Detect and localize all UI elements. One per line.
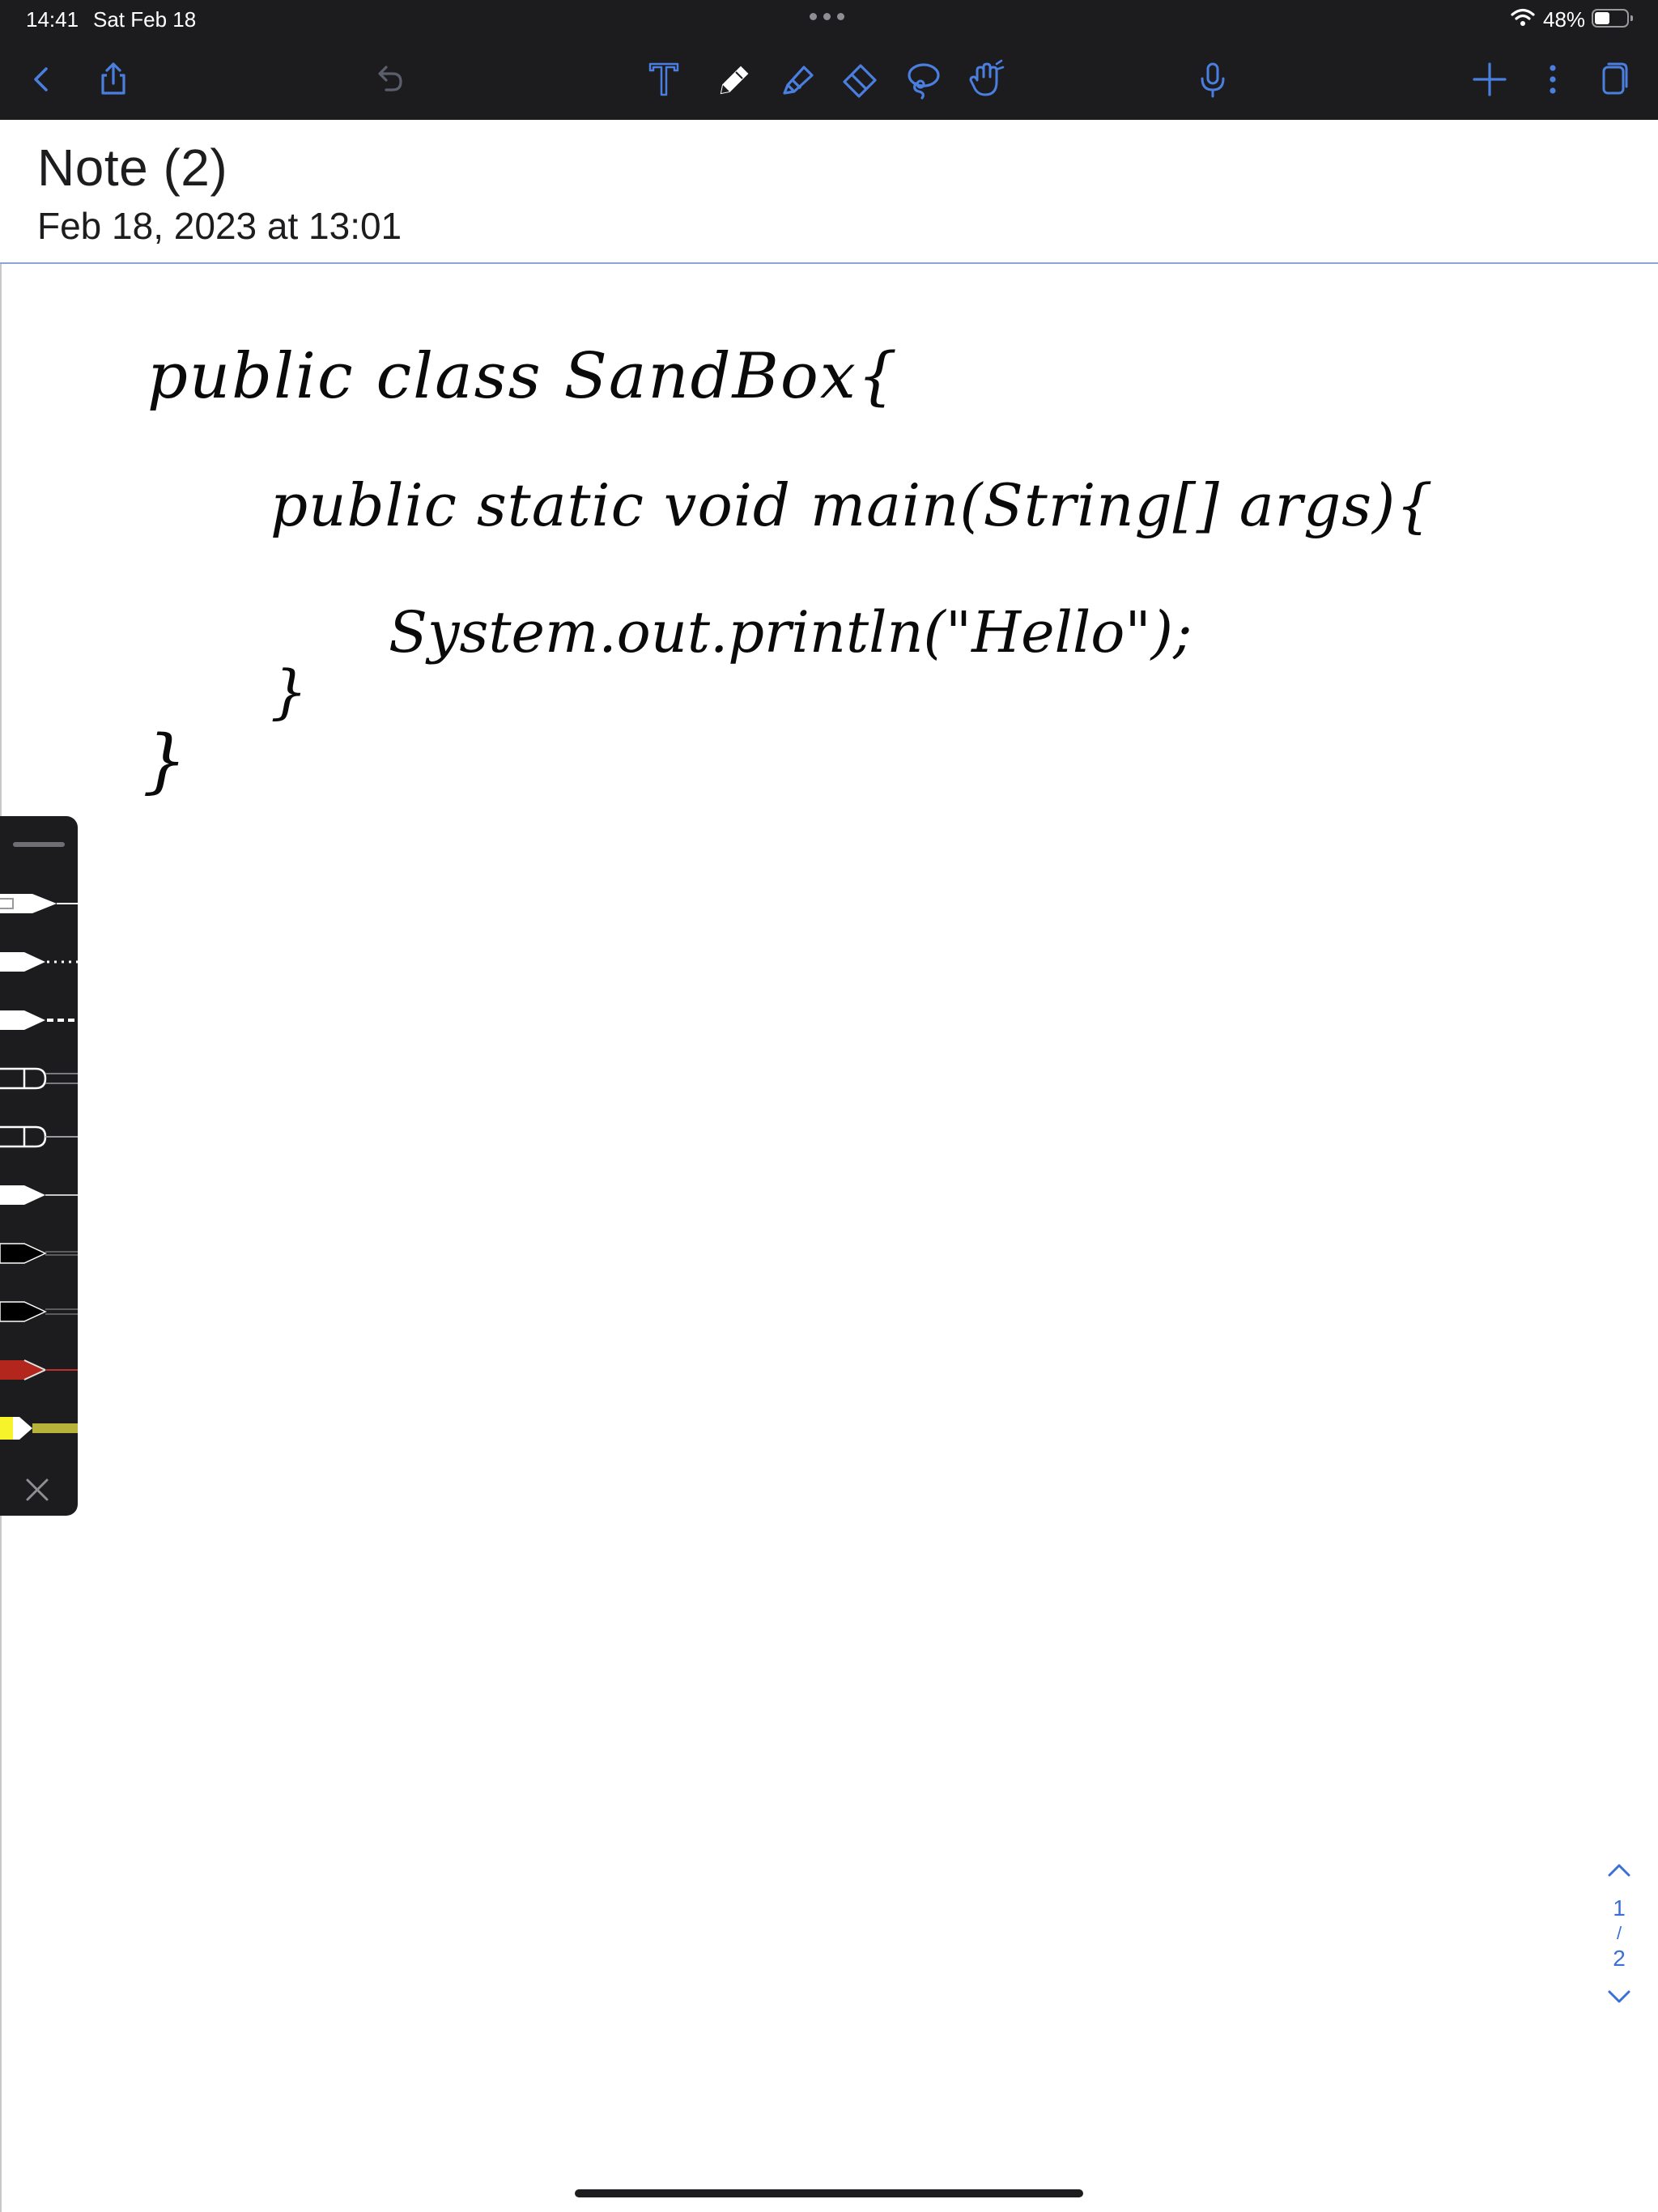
share-button[interactable] [89,55,138,104]
page-separator: / [1616,1923,1622,1943]
plus-icon [1473,62,1507,96]
highlighter-tool-button[interactable] [774,55,823,104]
dotted-pen-icon [0,952,78,972]
highlighter-icon [783,66,814,95]
toolbar [0,39,1658,120]
handwriting-inner-brace: } [270,657,308,725]
total-pages-number: 2 [1613,1946,1626,1971]
close-icon [26,1478,49,1501]
handwriting-line-2: public static void main(String[] args){ [270,471,1435,539]
app-toolbar-region: 14:41 Sat Feb 18 48% [0,0,1658,120]
hand-pointer-icon [969,59,1005,96]
chevron-left-icon [34,67,48,91]
pen-highlighter-yellow[interactable] [0,1409,78,1448]
previous-page-button[interactable] [1599,1854,1639,1887]
ballpoint-pen-icon [0,1125,78,1148]
page-navigator: 1 / 2 [1599,1854,1639,2013]
pen-ballpoint-1[interactable] [0,1059,78,1098]
header-divider [0,262,1658,264]
share-icon [101,62,125,95]
hand-tool-button[interactable] [962,55,1010,104]
pen-fine-red[interactable] [0,1351,78,1389]
add-button[interactable] [1465,55,1514,104]
next-page-button[interactable] [1599,1980,1639,2013]
pen-fine-black-2[interactable] [0,1292,78,1331]
fine-pen-icon [0,1301,78,1322]
pen-fine-black-1[interactable] [0,1234,78,1273]
note-title[interactable]: Note (2) [37,138,227,198]
chevron-down-icon [1608,1990,1630,2003]
handwriting-line-3: System.out.println("Hello"); [389,599,1192,666]
lasso-icon [908,63,940,100]
multitasking-dots-icon[interactable] [810,13,844,20]
undo-button[interactable] [364,55,413,104]
pen-fountain-outline[interactable] [0,884,78,923]
eraser-icon [843,64,877,98]
home-indicator[interactable] [575,2189,1083,2197]
chevron-up-icon [1608,1864,1630,1877]
fine-pen-icon [0,1185,78,1205]
text-tool-button[interactable] [640,55,688,104]
fountain-pen-icon [0,894,78,913]
handwriting-outer-brace: } [142,721,187,802]
status-bar: 14:41 Sat Feb 18 48% [0,0,1658,39]
battery-percent: 48% [1543,7,1586,32]
text-tool-icon [648,62,679,96]
note-date: Feb 18, 2023 at 13:01 [37,205,402,247]
fine-pen-icon [0,1359,78,1380]
dashed-pen-icon [0,1010,78,1030]
palette-drag-handle[interactable] [13,842,65,847]
pen-ballpoint-2[interactable] [0,1117,78,1156]
pen-palette [0,816,78,1516]
notes-app: 14:41 Sat Feb 18 48% Note (2) Feb 18, 20… [0,0,1658,2212]
pen-dotted[interactable] [0,942,78,981]
more-button[interactable] [1528,55,1577,104]
palette-close-button[interactable] [21,1474,53,1506]
highlighter-pen-icon [0,1417,78,1440]
pages-button[interactable] [1588,55,1637,104]
pen-tool-icon [720,66,749,95]
handwriting-line-1: public class SandBox{ [147,340,899,413]
lasso-tool-button[interactable] [899,55,947,104]
microphone-icon [1201,62,1225,98]
back-button[interactable] [18,55,66,104]
more-vertical-icon [1550,65,1556,94]
pen-dashed[interactable] [0,1001,78,1040]
wifi-icon [1511,8,1535,33]
undo-icon [378,66,402,91]
ballpoint-pen-icon [0,1067,78,1090]
current-page-number: 1 [1613,1895,1626,1921]
battery-icon [1592,9,1633,28]
pages-icon [1602,62,1628,95]
pen-fine-white[interactable] [0,1176,78,1214]
status-time: 14:41 [26,7,79,32]
eraser-tool-button[interactable] [835,55,884,104]
status-date: Sat Feb 18 [93,7,197,32]
fine-pen-icon [0,1243,78,1264]
microphone-button[interactable] [1188,55,1237,104]
pen-tool-button[interactable] [709,55,758,104]
